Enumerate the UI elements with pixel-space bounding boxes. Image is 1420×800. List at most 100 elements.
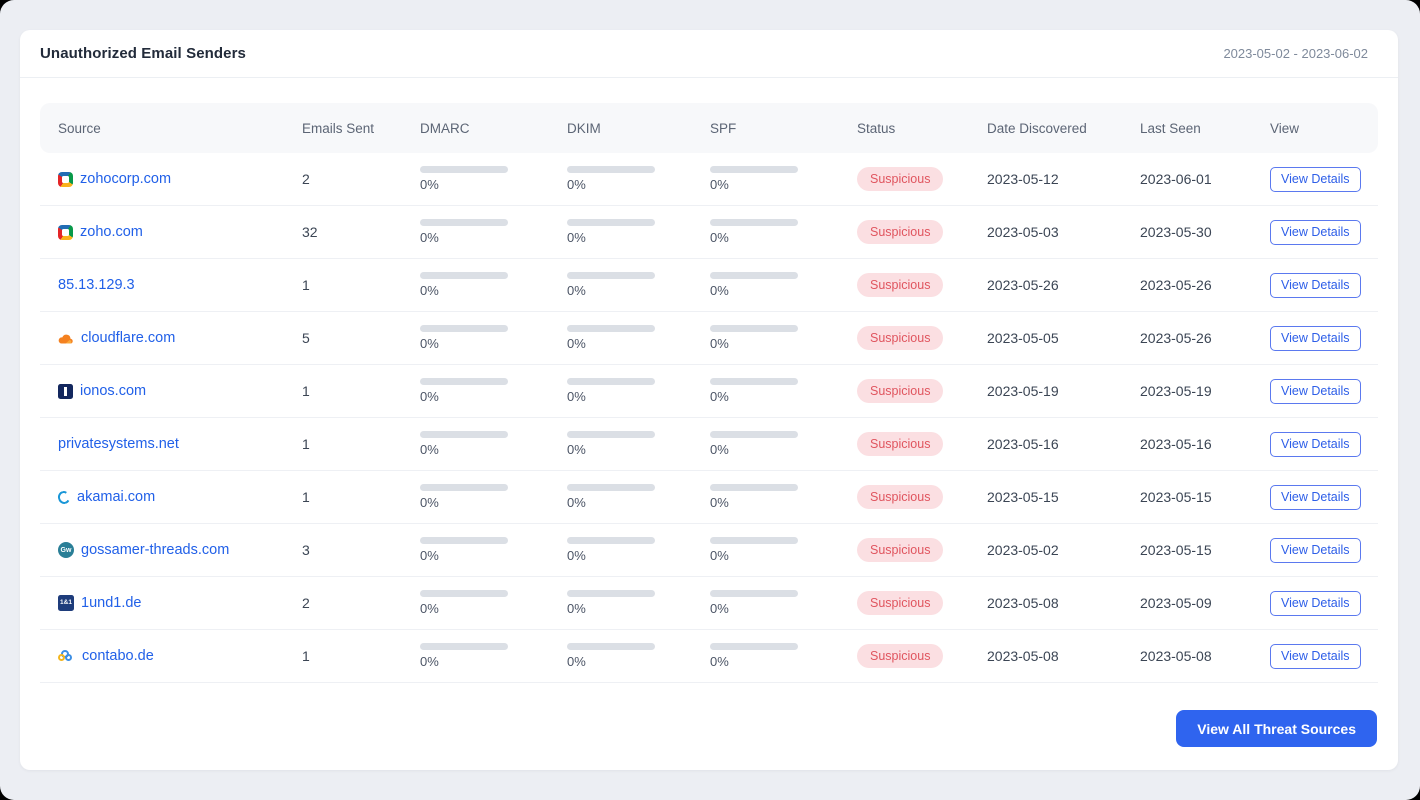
- spf-progress-label: 0%: [710, 177, 729, 192]
- dkim-progress: 0%: [567, 166, 655, 192]
- last-seen-value: 2023-06-01: [1140, 171, 1212, 187]
- status-badge: Suspicious: [857, 167, 944, 191]
- view-details-button[interactable]: View Details: [1270, 166, 1361, 192]
- table-row: ionos.com 1 0% 0% 0% Suspicious 2023-05-…: [40, 365, 1378, 418]
- spf-progress-label: 0%: [710, 283, 729, 298]
- spf-progress-label: 0%: [710, 495, 729, 510]
- status-badge: Suspicious: [857, 591, 944, 615]
- spf-progress: 0%: [710, 166, 798, 192]
- spf-progress-label: 0%: [710, 336, 729, 351]
- dmarc-progress: 0%: [420, 431, 508, 457]
- dkim-progress-track: [567, 166, 655, 173]
- date-discovered-value: 2023-05-08: [987, 595, 1059, 611]
- spf-progress: 0%: [710, 378, 798, 404]
- dkim-progress: 0%: [567, 219, 655, 245]
- emails-sent-value: 1: [302, 277, 310, 293]
- dkim-progress-track: [567, 378, 655, 385]
- source-cell: contabo.de: [58, 648, 302, 664]
- view-all-threat-sources-button[interactable]: View All Threat Sources: [1176, 710, 1377, 747]
- last-seen-value: 2023-05-30: [1140, 224, 1212, 240]
- column-header-emails-sent: Emails Sent: [302, 120, 375, 136]
- dmarc-progress-label: 0%: [420, 177, 439, 192]
- cloudflare-favicon-icon: [58, 330, 74, 346]
- view-details-button[interactable]: View Details: [1270, 537, 1361, 563]
- column-header-status: Status: [857, 120, 896, 136]
- spf-progress-track: [710, 643, 798, 650]
- source-link[interactable]: contabo.de: [82, 648, 154, 664]
- date-discovered-value: 2023-05-03: [987, 224, 1059, 240]
- dmarc-progress-label: 0%: [420, 389, 439, 404]
- spf-progress-label: 0%: [710, 601, 729, 616]
- dmarc-progress: 0%: [420, 484, 508, 510]
- view-details-button[interactable]: View Details: [1270, 590, 1361, 616]
- dkim-progress: 0%: [567, 378, 655, 404]
- source-link[interactable]: cloudflare.com: [81, 330, 175, 346]
- dkim-progress-track: [567, 325, 655, 332]
- spf-progress-label: 0%: [710, 654, 729, 669]
- status-badge: Suspicious: [857, 220, 944, 244]
- spf-progress: 0%: [710, 219, 798, 245]
- dkim-progress-label: 0%: [567, 548, 586, 563]
- source-cell: akamai.com: [56, 489, 302, 505]
- source-link[interactable]: 1und1.de: [81, 595, 141, 611]
- table-row: cloudflare.com 5 0% 0% 0% Suspicious 202…: [40, 312, 1378, 365]
- source-link[interactable]: ionos.com: [80, 383, 146, 399]
- emails-sent-value: 1: [302, 489, 310, 505]
- spf-progress-track: [710, 590, 798, 597]
- view-details-button[interactable]: View Details: [1270, 378, 1361, 404]
- view-details-button[interactable]: View Details: [1270, 272, 1361, 298]
- source-cell: ionos.com: [58, 383, 302, 399]
- status-badge: Suspicious: [857, 485, 944, 509]
- dkim-progress: 0%: [567, 537, 655, 563]
- dmarc-progress-track: [420, 272, 508, 279]
- dmarc-progress-label: 0%: [420, 283, 439, 298]
- unauthorized-email-senders-card: Unauthorized Email Senders 2023-05-02 - …: [20, 30, 1398, 770]
- 1und1-favicon-icon: 1&1: [58, 595, 74, 611]
- dmarc-progress-track: [420, 590, 508, 597]
- zoho-favicon-icon: [58, 171, 73, 187]
- source-link[interactable]: akamai.com: [77, 489, 155, 505]
- last-seen-value: 2023-05-26: [1140, 277, 1212, 293]
- card-header: Unauthorized Email Senders 2023-05-02 - …: [20, 30, 1398, 78]
- contabo-favicon-icon: [58, 649, 75, 664]
- dmarc-progress: 0%: [420, 378, 508, 404]
- page-title: Unauthorized Email Senders: [40, 45, 246, 62]
- dmarc-progress-label: 0%: [420, 654, 439, 669]
- source-link[interactable]: zoho.com: [80, 224, 143, 240]
- source-link[interactable]: zohocorp.com: [80, 171, 171, 187]
- dmarc-progress: 0%: [420, 325, 508, 351]
- source-link[interactable]: 85.13.129.3: [58, 277, 135, 293]
- status-badge: Suspicious: [857, 644, 944, 668]
- dmarc-progress-track: [420, 166, 508, 173]
- view-details-button[interactable]: View Details: [1270, 431, 1361, 457]
- emails-sent-value: 1: [302, 648, 310, 664]
- spf-progress-track: [710, 378, 798, 385]
- spf-progress: 0%: [710, 643, 798, 669]
- dkim-progress-label: 0%: [567, 442, 586, 457]
- source-cell: privatesystems.net: [58, 436, 302, 452]
- view-details-button[interactable]: View Details: [1270, 643, 1361, 669]
- dkim-progress-label: 0%: [567, 389, 586, 404]
- view-details-button[interactable]: View Details: [1270, 484, 1361, 510]
- dmarc-progress-label: 0%: [420, 230, 439, 245]
- dkim-progress: 0%: [567, 590, 655, 616]
- dkim-progress: 0%: [567, 643, 655, 669]
- emails-sent-value: 1: [302, 436, 310, 452]
- table-row: 85.13.129.3 1 0% 0% 0% Suspicious 2023-0…: [40, 259, 1378, 312]
- view-details-button[interactable]: View Details: [1270, 325, 1361, 351]
- source-link[interactable]: gossamer-threads.com: [81, 542, 229, 558]
- dmarc-progress-track: [420, 537, 508, 544]
- dmarc-progress: 0%: [420, 537, 508, 563]
- table-row: zoho.com 32 0% 0% 0% Suspicious 2023-05-…: [40, 206, 1378, 259]
- date-discovered-value: 2023-05-05: [987, 330, 1059, 346]
- dkim-progress-track: [567, 431, 655, 438]
- emails-sent-value: 2: [302, 171, 310, 187]
- gossamer-favicon-icon: Gw: [58, 542, 74, 558]
- source-cell: cloudflare.com: [58, 330, 302, 346]
- date-discovered-value: 2023-05-02: [987, 542, 1059, 558]
- column-header-date-discovered: Date Discovered: [987, 120, 1087, 136]
- emails-sent-value: 2: [302, 595, 310, 611]
- source-link[interactable]: privatesystems.net: [58, 436, 179, 452]
- dkim-progress-label: 0%: [567, 601, 586, 616]
- view-details-button[interactable]: View Details: [1270, 219, 1361, 245]
